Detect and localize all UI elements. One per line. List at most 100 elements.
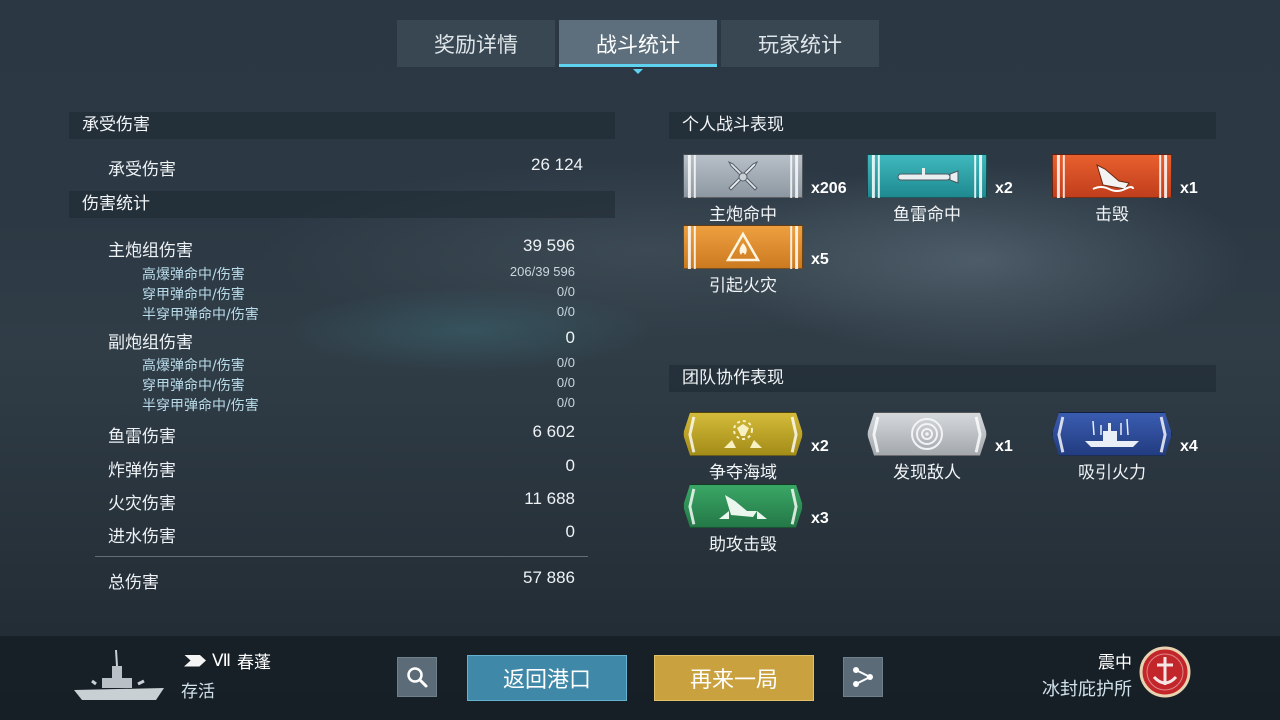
secondary-he-row: 高爆弹命中/伤害 0/0 bbox=[142, 355, 575, 374]
damage-taken-header: 承受伤害 bbox=[69, 112, 615, 139]
capture-icon bbox=[724, 420, 762, 448]
tab-label: 战斗统计 bbox=[596, 32, 680, 57]
award-count: x4 bbox=[1180, 438, 1198, 455]
secondary-value: 0 bbox=[565, 328, 575, 347]
award-count: x206 bbox=[811, 180, 847, 197]
award-name: 争夺海域 bbox=[709, 463, 777, 483]
torpedo-damage-value: 6 602 bbox=[532, 422, 575, 441]
total-divider bbox=[95, 556, 588, 557]
search-icon bbox=[407, 667, 428, 688]
tab-reward-details[interactable]: 奖励详情 bbox=[397, 20, 555, 67]
award-capture[interactable]: x2 争夺海域 bbox=[683, 412, 853, 483]
main-battery-value: 39 596 bbox=[523, 236, 575, 255]
return-to-port-button[interactable]: 返回港口 bbox=[467, 655, 627, 701]
tab-bar: 奖励详情 战斗统计 玩家统计 bbox=[397, 20, 879, 74]
secondary-label: 副炮组伤害 bbox=[108, 333, 193, 353]
secondary-sap-row: 半穿甲弹命中/伤害 0/0 bbox=[142, 395, 575, 414]
fire-icon bbox=[725, 231, 761, 262]
tab-player-stats[interactable]: 玩家统计 bbox=[721, 20, 879, 67]
award-name: 引起火灾 bbox=[709, 276, 777, 296]
award-main-battery-hits[interactable]: x206 主炮命中 bbox=[683, 154, 853, 225]
sinking-ship-icon bbox=[1092, 164, 1134, 192]
ship-silhouette-icon bbox=[74, 649, 164, 700]
award-name: 发现敌人 bbox=[893, 463, 961, 483]
main-sap-label: 半穿甲弹命中/伤害 bbox=[142, 307, 259, 323]
award-name: 吸引火力 bbox=[1078, 463, 1146, 483]
tab-battle-stats[interactable]: 战斗统计 bbox=[559, 20, 717, 74]
bomb-damage-value: 0 bbox=[565, 456, 575, 475]
game-mode: 震中 bbox=[1098, 653, 1132, 673]
return-to-port-label: 返回港口 bbox=[502, 668, 591, 693]
bomb-damage-label: 炸弹伤害 bbox=[108, 461, 176, 481]
anchor-emblem-icon bbox=[1139, 646, 1191, 698]
award-count: x2 bbox=[995, 180, 1013, 197]
main-he-label: 高爆弹命中/伤害 bbox=[142, 267, 245, 283]
award-name: 主炮命中 bbox=[709, 205, 777, 225]
tab-label: 奖励详情 bbox=[434, 32, 518, 57]
award-torpedo-hits[interactable]: x2 鱼雷命中 bbox=[867, 154, 1037, 225]
damage-taken-value: 26 124 bbox=[531, 155, 583, 174]
ship-name: 春蓬 bbox=[237, 653, 272, 673]
award-fires-caused[interactable]: x5 引起火灾 bbox=[683, 225, 853, 296]
flooding-damage-value: 0 bbox=[565, 522, 575, 541]
cruiser-class-icon bbox=[184, 654, 206, 667]
damage-taken-label: 承受伤害 bbox=[108, 160, 176, 180]
secondary-ap-row: 穿甲弹命中/伤害 0/0 bbox=[142, 375, 575, 394]
secondary-ap-value: 0/0 bbox=[556, 375, 575, 390]
fire-damage-label: 火灾伤害 bbox=[108, 494, 176, 514]
secondary-sap-label: 半穿甲弹命中/伤害 bbox=[142, 398, 259, 414]
award-ribbon bbox=[683, 484, 803, 528]
award-count: x1 bbox=[995, 438, 1013, 455]
radar-icon bbox=[911, 418, 943, 450]
damage-stats-header: 伤害统计 bbox=[69, 191, 615, 218]
search-button[interactable] bbox=[397, 657, 437, 697]
secondary-sap-value: 0/0 bbox=[556, 395, 575, 410]
award-ribbon bbox=[1052, 154, 1172, 199]
award-name: 助攻击毁 bbox=[709, 535, 777, 555]
ship-status: 存活 bbox=[181, 682, 215, 702]
map-name: 冰封庇护所 bbox=[1042, 679, 1132, 700]
award-ribbon bbox=[683, 412, 803, 456]
award-count: x5 bbox=[811, 251, 829, 268]
award-count: x3 bbox=[811, 510, 829, 527]
main-he-row: 高爆弹命中/伤害 206/39 596 bbox=[142, 264, 575, 283]
award-name: 击毁 bbox=[1095, 205, 1129, 225]
play-again-label: 再来一局 bbox=[689, 668, 778, 693]
fire-damage-value: 11 688 bbox=[524, 489, 575, 508]
personal-performance-header: 个人战斗表现 bbox=[669, 112, 1216, 139]
ship-tier: Ⅶ bbox=[212, 650, 232, 671]
award-ribbon bbox=[683, 225, 803, 270]
ship-tier-name: Ⅶ 春蓬 bbox=[184, 648, 271, 673]
award-name: 鱼雷命中 bbox=[893, 205, 961, 225]
award-assist-kill[interactable]: x3 助攻击毁 bbox=[683, 484, 853, 555]
secondary-he-label: 高爆弹命中/伤害 bbox=[142, 358, 245, 374]
secondary-he-value: 0/0 bbox=[556, 355, 575, 370]
total-damage-value: 57 886 bbox=[523, 568, 575, 587]
torpedo-icon bbox=[897, 168, 959, 184]
award-destroyed[interactable]: x1 击毁 bbox=[1052, 154, 1222, 225]
main-ap-label: 穿甲弹命中/伤害 bbox=[142, 287, 245, 303]
main-sap-value: 0/0 bbox=[556, 304, 575, 319]
award-ribbon bbox=[683, 154, 803, 199]
main-sap-row: 半穿甲弹命中/伤害 0/0 bbox=[142, 304, 575, 323]
share-button[interactable] bbox=[843, 657, 883, 697]
award-ribbon bbox=[867, 412, 987, 456]
crossed-shells-icon bbox=[727, 160, 759, 191]
team-performance-header: 团队协作表现 bbox=[669, 365, 1216, 392]
flooding-damage-label: 进水伤害 bbox=[108, 527, 176, 547]
torpedo-damage-label: 鱼雷伤害 bbox=[108, 427, 176, 447]
award-count: x2 bbox=[811, 438, 829, 455]
tank-ship-icon bbox=[1085, 418, 1139, 447]
assist-kill-icon bbox=[719, 495, 767, 519]
main-ap-row: 穿甲弹命中/伤害 0/0 bbox=[142, 284, 575, 303]
award-count: x1 bbox=[1180, 180, 1198, 197]
main-he-value: 206/39 596 bbox=[509, 264, 575, 279]
active-tab-caret-icon bbox=[633, 69, 643, 74]
award-spotted[interactable]: x1 发现敌人 bbox=[867, 412, 1037, 483]
main-ap-value: 0/0 bbox=[556, 284, 575, 299]
play-again-button[interactable]: 再来一局 bbox=[654, 655, 814, 701]
tab-label: 玩家统计 bbox=[758, 32, 842, 57]
secondary-ap-label: 穿甲弹命中/伤害 bbox=[142, 378, 245, 394]
award-tank[interactable]: x4 吸引火力 bbox=[1052, 412, 1222, 483]
award-ribbon bbox=[867, 154, 987, 199]
